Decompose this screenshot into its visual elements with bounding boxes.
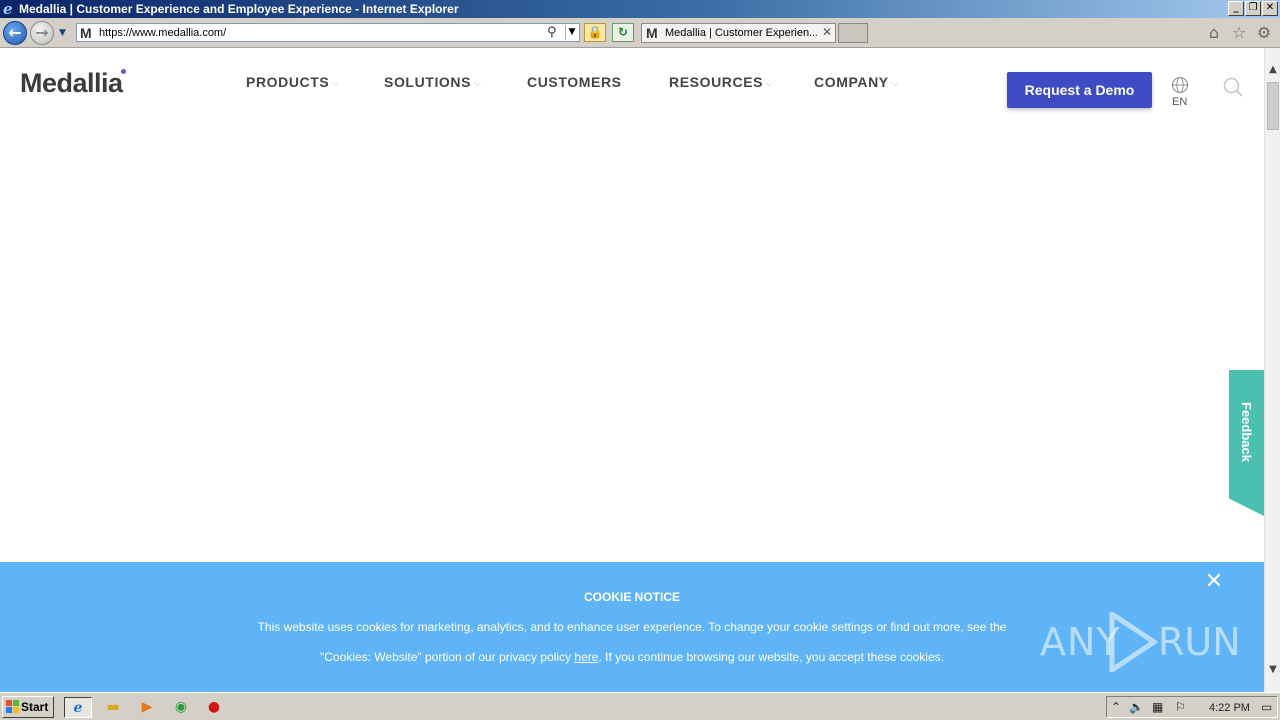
arrow-left-icon: ← (8, 23, 22, 42)
watermark-run: RUN (1158, 620, 1241, 664)
back-button[interactable]: ← (3, 21, 27, 45)
action-center-flag-icon[interactable]: ⚐ (1175, 699, 1186, 715)
nav-label: COMPANY (814, 74, 889, 90)
language-selector[interactable]: EN (1172, 95, 1187, 109)
nav-customers[interactable]: CUSTOMERS (527, 72, 622, 92)
system-tray: ⌃ 🔈 ▦ ⚐ 4:22 PM ▭ (1106, 696, 1278, 718)
screen: e Medallia | Customer Experience and Emp… (0, 0, 1280, 720)
minimize-button[interactable]: _ (1228, 1, 1244, 16)
taskbar-opera-icon[interactable]: ● (200, 697, 228, 718)
tab-label: Medallia | Customer Experien... (665, 27, 817, 39)
chevron-down-icon: ⌵ (891, 78, 900, 88)
start-button[interactable]: Start (2, 696, 54, 718)
medallia-logo[interactable]: Medallia (20, 66, 126, 100)
nav-resources[interactable]: RESOURCES ⌵ (669, 72, 774, 92)
address-url[interactable]: https://www.medallia.com/ (99, 26, 226, 40)
tab-favicon-icon: M (646, 25, 658, 41)
web-page: Medallia PRODUCTS ⌵ SOLUTIONS ⌵ CUSTOMERS … (0, 48, 1264, 692)
site-favicon-icon: M (80, 25, 92, 41)
chevron-down-icon: ⌵ (474, 78, 482, 88)
privacy-policy-link[interactable]: here (574, 650, 598, 664)
arrow-right-icon: → (35, 23, 49, 42)
nav-label: RESOURCES (669, 74, 764, 90)
new-tab-button[interactable] (838, 23, 868, 43)
cookie-notice-banner: ✕ COOKIE NOTICE This website uses cookie… (0, 562, 1264, 692)
taskbar-clock[interactable]: 4:22 PM (1209, 700, 1250, 716)
volume-icon[interactable]: 🔈 (1129, 699, 1144, 715)
window-title: Medallia | Customer Experience and Emplo… (19, 2, 459, 16)
favorites-star-icon[interactable]: ☆ (1230, 24, 1248, 42)
start-label: Start (21, 700, 49, 714)
search-icon[interactable] (1222, 76, 1244, 98)
scroll-thumb[interactable] (1267, 82, 1279, 130)
chevron-down-icon: ⌵ (766, 78, 774, 88)
history-dropdown-icon[interactable]: ▼ (59, 28, 71, 38)
feedback-tab[interactable]: Feedback (1229, 370, 1264, 516)
vertical-scrollbar[interactable]: ▲ ▼ (1264, 48, 1280, 692)
anyrun-watermark: ANY RUN (1040, 612, 1241, 672)
close-window-button[interactable]: ✕ (1262, 1, 1278, 16)
play-icon (1109, 612, 1158, 672)
refresh-button[interactable]: ↻ (612, 23, 634, 42)
scroll-down-icon[interactable]: ▼ (1265, 662, 1280, 678)
browser-tab[interactable]: M Medallia | Customer Experien... ✕ (641, 23, 836, 43)
nav-label: SOLUTIONS (384, 74, 472, 90)
feedback-label: Feedback (1239, 402, 1254, 462)
logo-text: Medallia (20, 68, 123, 98)
window-titlebar: e Medallia | Customer Experience and Emp… (0, 0, 1280, 18)
gear-icon[interactable]: ⚙ (1255, 24, 1273, 42)
address-bar[interactable]: M https://www.medallia.com/ ⚲ ▼ (76, 23, 580, 42)
chevron-down-icon: ⌵ (332, 78, 340, 88)
restore-button[interactable]: ❐ (1245, 1, 1261, 16)
show-desktop-icon[interactable]: ▭ (1261, 699, 1272, 715)
request-demo-button[interactable]: Request a Demo (1007, 72, 1152, 108)
cookie-heading: COOKIE NOTICE (583, 590, 680, 604)
cookie-text-after-link: . If you continue browsing our website, … (598, 650, 944, 664)
home-icon[interactable]: ⌂ (1205, 24, 1223, 42)
cookie-text-before-link: "Cookies: Website" portion of our privac… (320, 650, 575, 664)
taskbar-explorer-icon[interactable]: ▬ (99, 697, 127, 718)
nav-label: PRODUCTS (246, 74, 330, 90)
windows-flag-icon (6, 700, 19, 713)
tab-close-icon[interactable]: ✕ (820, 25, 834, 39)
taskbar-chrome-icon[interactable]: ◉ (167, 697, 195, 718)
ie-logo-icon: e (3, 0, 13, 18)
scroll-up-icon[interactable]: ▲ (1265, 62, 1280, 78)
address-dropdown-icon[interactable]: ▼ (565, 25, 578, 40)
forward-button[interactable]: → (30, 21, 54, 45)
nav-solutions[interactable]: SOLUTIONS ⌵ (384, 72, 482, 92)
windows-taskbar: Start e ▬ ▶ ◉ ● ⌃ 🔈 ▦ ⚐ 4:22 PM ▭ (0, 692, 1280, 720)
nav-company[interactable]: COMPANY ⌵ (814, 72, 899, 92)
network-icon[interactable]: ▦ (1152, 699, 1163, 715)
taskbar-ie-icon[interactable]: e (64, 697, 92, 718)
nav-products[interactable]: PRODUCTS ⌵ (246, 72, 340, 92)
nav-label: CUSTOMERS (527, 74, 622, 90)
lock-icon[interactable]: 🔒 (584, 23, 606, 42)
logo-dot (121, 69, 126, 74)
search-icon[interactable]: ⚲ (547, 25, 563, 41)
taskbar-media-player-icon[interactable]: ▶ (133, 697, 161, 718)
browser-toolbar: ← → ▼ M https://www.medallia.com/ ⚲ ▼ 🔒 … (0, 18, 1280, 48)
globe-icon[interactable] (1171, 76, 1189, 94)
tray-expand-icon[interactable]: ⌃ (1111, 699, 1121, 715)
